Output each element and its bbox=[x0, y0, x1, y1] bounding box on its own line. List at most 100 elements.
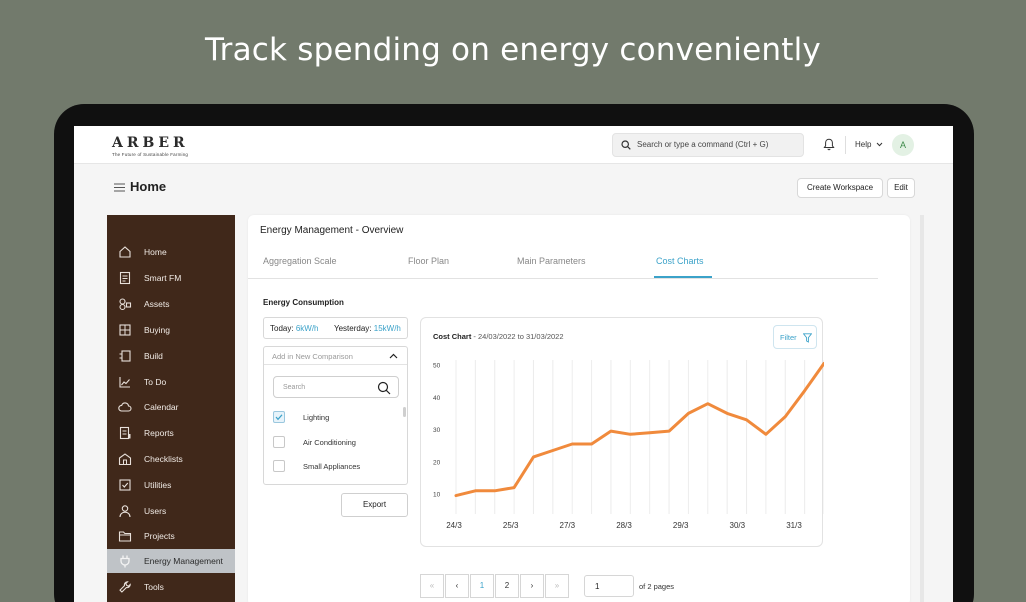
export-button[interactable]: Export bbox=[341, 493, 408, 517]
command-search[interactable]: Search or type a command (Ctrl + G) bbox=[612, 133, 804, 157]
sidebar-item-label: Reports bbox=[144, 428, 174, 438]
sidebar-item-checklists[interactable]: Checklists bbox=[107, 447, 235, 471]
tab-cost-charts[interactable]: Cost Charts bbox=[656, 256, 704, 266]
sidebar-item-tools[interactable]: Tools bbox=[107, 575, 235, 599]
checkbox-checked[interactable] bbox=[273, 411, 285, 423]
menu-icon[interactable] bbox=[114, 183, 125, 192]
option-label: Lighting bbox=[303, 413, 330, 422]
brand-tagline: The Future of Sustainable Farming bbox=[112, 152, 189, 157]
sidebar-item-label: Buying bbox=[144, 325, 170, 335]
page-button-1[interactable]: 1 bbox=[470, 574, 494, 598]
sidebar-item-label: Utilities bbox=[144, 480, 172, 490]
usage-summary: Today: 6kW/h Yesterday: 15kW/h bbox=[263, 317, 408, 339]
document-icon bbox=[119, 271, 131, 285]
page-number-input[interactable]: 1 bbox=[584, 575, 634, 597]
filter-button[interactable]: Filter bbox=[773, 325, 817, 349]
comparison-search-input[interactable]: Search bbox=[273, 376, 399, 398]
sidebar-item-label: Projects bbox=[144, 531, 175, 541]
sidebar-item-reports[interactable]: Reports bbox=[107, 421, 235, 445]
tab-bar: Aggregation Scale Floor Plan Main Parame… bbox=[248, 245, 878, 279]
top-bar: ARBER The Future of Sustainable Farming … bbox=[74, 126, 953, 164]
option-label: Small Appliances bbox=[303, 462, 361, 471]
edit-button[interactable]: Edit bbox=[887, 178, 915, 198]
today-label: Today: bbox=[270, 324, 294, 333]
app-logo[interactable]: ARBER The Future of Sustainable Farming bbox=[112, 135, 189, 157]
yesterday-label: Yesterday: bbox=[334, 324, 372, 333]
comparison-search-placeholder: Search bbox=[283, 384, 306, 391]
comparison-dropdown: Add in New Comparison Search Lighting Ai… bbox=[263, 346, 408, 485]
sidebar-item-label: Build bbox=[144, 351, 163, 361]
filter-icon bbox=[803, 333, 812, 343]
sidebar-item-label: To Do bbox=[144, 377, 167, 387]
checkbox[interactable] bbox=[273, 436, 285, 448]
x-tick-label: 28/3 bbox=[616, 521, 632, 530]
comparison-dropdown-header[interactable]: Add in New Comparison bbox=[264, 347, 407, 365]
checkbox[interactable] bbox=[273, 460, 285, 472]
today-value: 6kW/h bbox=[295, 324, 319, 333]
help-menu[interactable]: Help bbox=[855, 140, 883, 149]
checkbox-icon bbox=[119, 479, 131, 491]
chart-date-range: - 24/03/2022 to 31/03/2022 bbox=[471, 332, 564, 341]
tab-floor-plan[interactable]: Floor Plan bbox=[408, 256, 449, 266]
chart-title: Cost Chart bbox=[433, 332, 472, 341]
sidebar-item-buying[interactable]: Buying bbox=[107, 318, 235, 342]
active-tab-indicator bbox=[654, 276, 712, 278]
grid-icon bbox=[119, 324, 131, 336]
app-screen: ARBER The Future of Sustainable Farming … bbox=[74, 126, 953, 602]
sidebar-item-utilities[interactable]: Utilities bbox=[107, 473, 235, 497]
option-lighting[interactable]: Lighting bbox=[273, 411, 393, 425]
sidebar-item-label: Checklists bbox=[144, 454, 183, 464]
last-page-button[interactable]: » bbox=[545, 574, 569, 598]
sidebar-item-users[interactable]: Users bbox=[107, 499, 235, 523]
avatar[interactable]: A bbox=[892, 134, 914, 156]
tab-main-parameters[interactable]: Main Parameters bbox=[517, 256, 586, 266]
option-label: Air Conditioning bbox=[303, 438, 356, 447]
energy-overview-card: Energy Management - Overview Aggregation… bbox=[248, 215, 910, 602]
wrench-icon bbox=[119, 581, 131, 593]
y-tick-label: 20 bbox=[433, 459, 441, 466]
x-tick-label: 27/3 bbox=[560, 521, 576, 530]
help-label: Help bbox=[855, 140, 872, 149]
sidebar-item-projects[interactable]: Projects bbox=[107, 524, 235, 548]
sidebar: Home Smart FM Assets Buying Build To Do … bbox=[107, 215, 235, 602]
cost-line-chart: 50 40 30 20 10 24/3 25/3 27/3 28/3 29/3 30/3 31/3 bbox=[433, 360, 824, 530]
sidebar-item-energy-management[interactable]: Energy Management bbox=[107, 549, 235, 573]
sidebar-item-smart-fm[interactable]: Smart FM bbox=[107, 266, 235, 290]
today-usage: Today: 6kW/h bbox=[270, 324, 318, 333]
search-placeholder: Search or type a command (Ctrl + G) bbox=[637, 140, 769, 149]
option-air-conditioning[interactable]: Air Conditioning bbox=[273, 436, 393, 450]
sidebar-item-label: Home bbox=[144, 247, 167, 257]
building-icon bbox=[118, 453, 132, 466]
build-icon bbox=[119, 350, 131, 362]
card-title: Energy Management - Overview bbox=[260, 225, 404, 236]
filter-label: Filter bbox=[780, 333, 797, 342]
scrollbar-thumb[interactable] bbox=[403, 407, 406, 417]
prev-page-button[interactable]: ‹ bbox=[445, 574, 469, 598]
sidebar-item-assets[interactable]: Assets bbox=[107, 292, 235, 316]
page-button-2[interactable]: 2 bbox=[495, 574, 519, 598]
home-icon bbox=[119, 246, 131, 258]
plug-icon bbox=[120, 555, 130, 568]
yesterday-usage: Yesterday: 15kW/h bbox=[334, 324, 401, 333]
sidebar-item-to-do[interactable]: To Do bbox=[107, 370, 235, 394]
option-small-appliances[interactable]: Small Appliances bbox=[273, 460, 393, 474]
page-count-text: of 2 pages bbox=[639, 582, 675, 591]
sidebar-item-build[interactable]: Build bbox=[107, 344, 235, 368]
sidebar-item-home[interactable]: Home bbox=[107, 240, 235, 264]
tab-aggregation-scale[interactable]: Aggregation Scale bbox=[263, 256, 337, 266]
create-workspace-button[interactable]: Create Workspace bbox=[797, 178, 883, 198]
sidebar-item-calendar[interactable]: Calendar bbox=[107, 395, 235, 419]
bell-icon[interactable] bbox=[823, 138, 835, 151]
search-icon bbox=[377, 381, 391, 395]
sidebar-item-label: Energy Management bbox=[144, 556, 223, 566]
sidebar-item-label: Calendar bbox=[144, 402, 179, 412]
first-page-button[interactable]: « bbox=[420, 574, 444, 598]
page-headline: Track spending on energy conveniently bbox=[205, 32, 821, 68]
page-scrollbar[interactable] bbox=[920, 215, 924, 602]
sidebar-item-label: Smart FM bbox=[144, 273, 182, 283]
check-icon bbox=[275, 414, 283, 421]
next-page-button[interactable]: › bbox=[520, 574, 544, 598]
search-icon bbox=[621, 140, 631, 150]
x-tick-label: 25/3 bbox=[503, 521, 519, 530]
cost-chart-panel: Cost Chart - 24/03/2022 to 31/03/2022 Fi… bbox=[420, 317, 824, 547]
